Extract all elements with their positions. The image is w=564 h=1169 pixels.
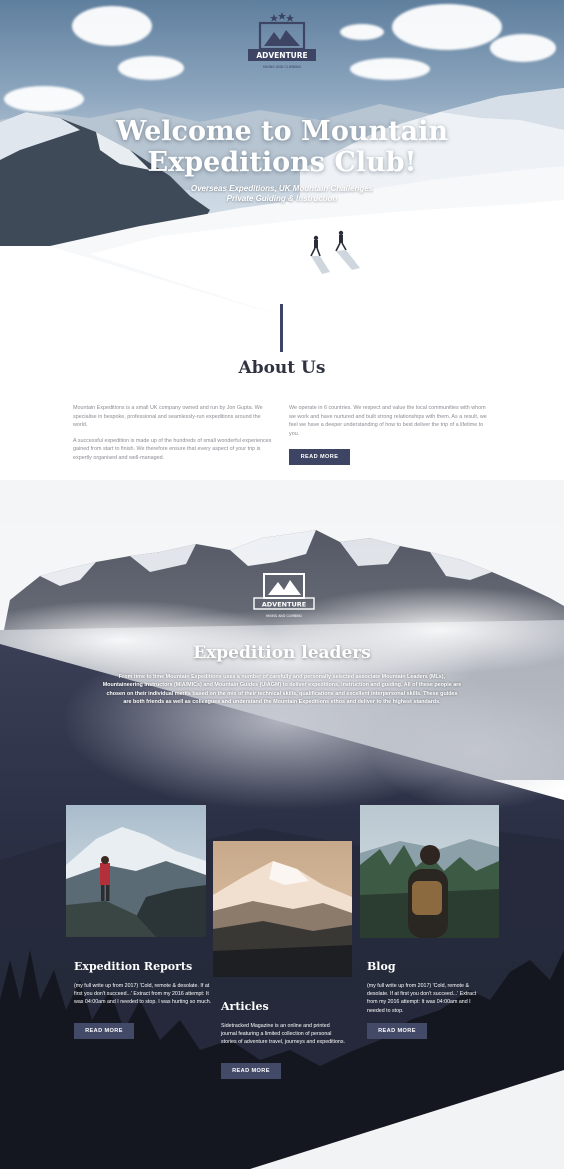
logo-tagline: HIKING AND CLIMBING	[266, 614, 302, 618]
hero-title-line2: Expeditions Club!	[147, 147, 417, 178]
card-title-expedition-reports: Expedition Reports	[74, 960, 193, 973]
blog-photo[interactable]	[360, 805, 499, 938]
logo-wordmark: ADVENTURE	[262, 601, 307, 609]
card-title-articles: Articles	[221, 1000, 269, 1013]
card-text-articles: Sidetracked Magazine is an online and pr…	[221, 1023, 345, 1046]
logo-tagline: HIKING AND CLIMBING	[263, 65, 302, 69]
leaders-description: From time to time Mountain Expeditions u…	[102, 674, 462, 706]
hero-subtitle-line1: Overseas Expeditions, UK Mountain Challe…	[190, 184, 374, 193]
hero-title-line1: Welcome to Mountain	[115, 116, 449, 147]
adventure-logo: ADVENTURE HIKING AND CLIMBING	[248, 12, 316, 69]
expedition-reports-photo[interactable]	[66, 805, 206, 937]
hero-section: ADVENTURE HIKING AND CLIMBING Welcome to…	[0, 0, 564, 320]
blog-read-more-button[interactable]: READ MORE	[367, 1023, 427, 1039]
hero-title: Welcome to Mountain Expeditions Club!	[0, 116, 564, 178]
articles-read-more-button[interactable]: READ MORE	[221, 1063, 281, 1079]
card-text-expedition-reports: (my full write up from 2017) 'Cold, remo…	[74, 983, 212, 1006]
expedition-reports-read-more-button[interactable]: READ MORE	[74, 1023, 134, 1039]
adventure-logo-overlay: ADVENTURE HIKING AND CLIMBING	[253, 573, 315, 618]
about-paragraph: A successful expedition is made up of th…	[73, 437, 272, 461]
about-left-column: Mountain Expeditions is a small UK compa…	[73, 404, 273, 470]
logo-wordmark: ADVENTURE	[256, 51, 307, 60]
card-text-blog: (my full write up from 2017) 'Cold, remo…	[367, 983, 477, 1014]
card-title-blog: Blog	[367, 960, 396, 973]
hero-subtitle-line2: Private Guiding & Instruction	[226, 194, 338, 203]
section-divider	[280, 304, 283, 352]
about-paragraph: We operate in 6 countries. We respect an…	[289, 405, 487, 437]
about-title: About Us	[238, 358, 326, 378]
about-paragraph: Mountain Expeditions is a small UK compa…	[73, 405, 263, 429]
about-right-column: We operate in 6 countries. We respect an…	[289, 404, 489, 445]
leaders-title: Expedition leaders	[193, 643, 371, 663]
about-read-more-button[interactable]: READ MORE	[289, 449, 350, 465]
hero-subtitle: Overseas Expeditions, UK Mountain Challe…	[0, 184, 564, 204]
articles-photo[interactable]	[213, 841, 352, 977]
